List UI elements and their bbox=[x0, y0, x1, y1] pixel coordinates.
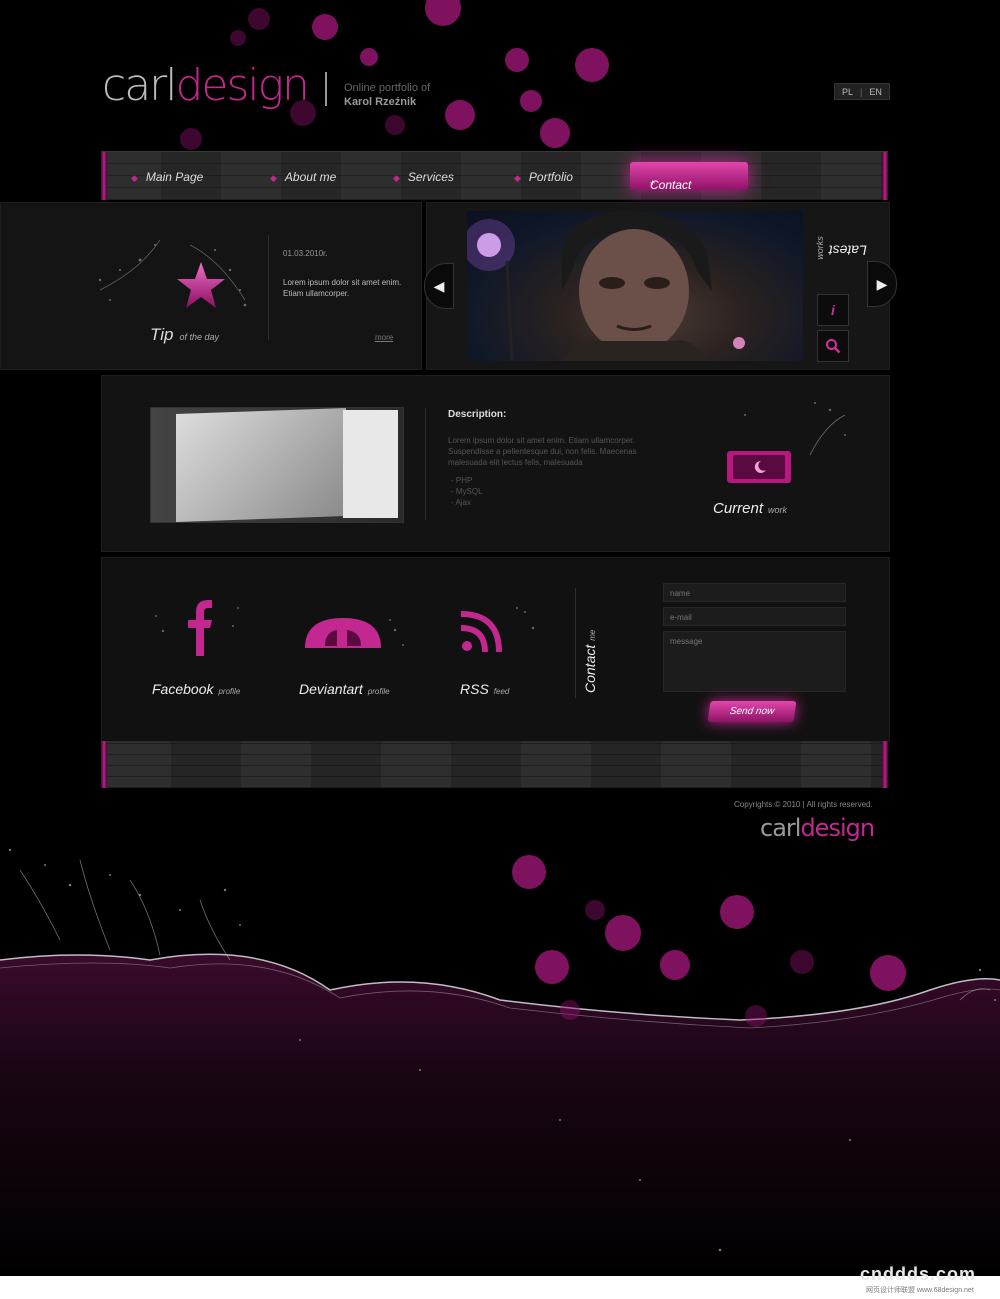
bokeh-decoration bbox=[720, 895, 754, 929]
nav-edge-left bbox=[101, 152, 107, 200]
nav-item-services[interactable]: ◆ Services bbox=[393, 170, 454, 184]
bullet-icon: ◆ bbox=[393, 173, 400, 183]
current-work-image[interactable] bbox=[150, 407, 404, 523]
logo-part2: design bbox=[175, 60, 309, 111]
main-nav: ◆ Main Page ◆ About me ◆ Services ◆ Portfoli… bbox=[101, 151, 888, 200]
bokeh-decoration bbox=[512, 855, 546, 889]
monitor-icon bbox=[727, 402, 846, 483]
nav-edge-right bbox=[882, 152, 888, 200]
water-splash-decoration bbox=[0, 840, 1000, 1280]
message-field[interactable]: message bbox=[663, 631, 846, 692]
copyright: Copyrights © 2010 | All rights reserved. bbox=[734, 800, 873, 809]
divider bbox=[425, 408, 426, 520]
footer-bar bbox=[101, 741, 888, 788]
bokeh-decoration bbox=[312, 14, 338, 40]
bullet-icon: ◆ bbox=[131, 173, 138, 183]
bokeh-decoration bbox=[540, 118, 570, 148]
divider bbox=[575, 588, 576, 698]
brochure-cover bbox=[176, 408, 346, 522]
bokeh-decoration bbox=[535, 950, 569, 984]
bokeh-decoration bbox=[605, 915, 641, 951]
footer-edge-left bbox=[101, 741, 107, 788]
bottom-strip bbox=[0, 1276, 1000, 1299]
tip-more-link[interactable]: more bbox=[375, 333, 393, 342]
deviantart-icon[interactable] bbox=[285, 600, 410, 665]
latest-works-title: Latest works bbox=[810, 212, 867, 292]
info-icon[interactable]: i bbox=[817, 294, 849, 326]
tech-list: - PHP - MySQL - Ajax bbox=[451, 475, 483, 508]
bokeh-decoration bbox=[560, 1000, 580, 1020]
tagline-line2: Karol Rzeźnik bbox=[344, 96, 417, 108]
search-icon[interactable] bbox=[817, 330, 849, 362]
nav-item-portfolio[interactable]: ◆ Portfolio bbox=[514, 170, 573, 184]
bokeh-decoration bbox=[445, 100, 475, 130]
contact-title: Contactme bbox=[582, 629, 598, 693]
footer-edge-right bbox=[882, 741, 888, 788]
bokeh-decoration bbox=[745, 1005, 767, 1027]
bokeh-decoration bbox=[248, 8, 270, 30]
lang-en[interactable]: EN bbox=[862, 87, 889, 97]
nav-item-about-me[interactable]: ◆ About me bbox=[270, 170, 336, 184]
logo-part1: carl bbox=[102, 60, 177, 111]
watermark-sub: 网页设计师联盟 www.68design.net bbox=[866, 1287, 974, 1294]
bullet-icon: ◆ bbox=[514, 173, 521, 183]
facebook-icon[interactable] bbox=[148, 596, 248, 666]
latest-title: Latest works bbox=[814, 236, 867, 260]
tech-item: - PHP bbox=[451, 476, 473, 485]
description-title: Description: bbox=[448, 409, 507, 420]
tech-item: - MySQL bbox=[451, 487, 483, 496]
next-arrow-icon[interactable]: ▶ bbox=[867, 261, 897, 307]
nav-item-main-page[interactable]: ◆ Main Page bbox=[131, 170, 203, 184]
bokeh-decoration bbox=[505, 48, 529, 72]
bokeh-decoration bbox=[575, 48, 609, 82]
deviantart-label[interactable]: Deviantart profile bbox=[299, 681, 390, 697]
bokeh-decoration bbox=[520, 90, 542, 112]
watermark: cnddds.com bbox=[860, 1264, 977, 1284]
bokeh-decoration bbox=[585, 900, 605, 920]
bokeh-decoration bbox=[660, 950, 690, 980]
contact-subtitle: me bbox=[588, 629, 597, 641]
portrait-illustration bbox=[467, 211, 745, 361]
bullet-icon: ◆ bbox=[270, 173, 277, 183]
latest-subtitle: works bbox=[814, 236, 825, 260]
tip-date: 01.03.2010r. bbox=[283, 249, 328, 258]
star-icon bbox=[177, 262, 225, 308]
footer-logo[interactable]: carldesign bbox=[760, 814, 875, 842]
rss-label[interactable]: RSS feed bbox=[460, 681, 509, 697]
send-button[interactable]: Send now bbox=[707, 701, 797, 722]
tagline-line1: Online portfolio of bbox=[344, 82, 431, 94]
description-text: Lorem ipsum dolor sit amet enim. Etiam u… bbox=[448, 436, 637, 467]
water-wave bbox=[0, 848, 1000, 1280]
current-work-title: Current work bbox=[713, 500, 788, 517]
bokeh-decoration bbox=[870, 955, 906, 991]
divider bbox=[268, 235, 269, 340]
bokeh-decoration bbox=[790, 950, 814, 974]
bokeh-decoration bbox=[425, 0, 461, 26]
slider-image[interactable] bbox=[467, 211, 803, 361]
language-switcher: PL | EN bbox=[834, 83, 890, 100]
bokeh-decoration bbox=[180, 128, 202, 150]
bokeh-decoration bbox=[360, 48, 378, 66]
tagline: Online portfolio of Karol Rzeźnik bbox=[344, 81, 430, 109]
tip-text: Lorem ipsum dolor sit amet enim. Etiam u… bbox=[283, 278, 402, 298]
tip-title: Tip of the day bbox=[150, 325, 219, 344]
brochure-page bbox=[343, 410, 398, 518]
bokeh-decoration bbox=[385, 115, 405, 135]
logo[interactable]: carldesign bbox=[102, 60, 310, 111]
facebook-label[interactable]: Facebook profile bbox=[152, 681, 240, 697]
rss-icon[interactable] bbox=[455, 600, 545, 665]
magnifier-icon bbox=[826, 339, 841, 354]
email-field[interactable]: e-mail bbox=[663, 607, 846, 626]
tip-subtitle: of the day bbox=[179, 332, 219, 342]
name-field[interactable]: name bbox=[663, 583, 846, 602]
logo-divider bbox=[325, 72, 327, 106]
splash-decoration bbox=[98, 239, 247, 307]
bokeh-decoration bbox=[230, 30, 246, 46]
tech-item: - Ajax bbox=[451, 498, 472, 507]
lang-pl[interactable]: PL bbox=[835, 87, 860, 97]
current-work-subtitle: work bbox=[768, 505, 788, 515]
nav-item-contact[interactable]: + Contact bbox=[630, 162, 748, 192]
